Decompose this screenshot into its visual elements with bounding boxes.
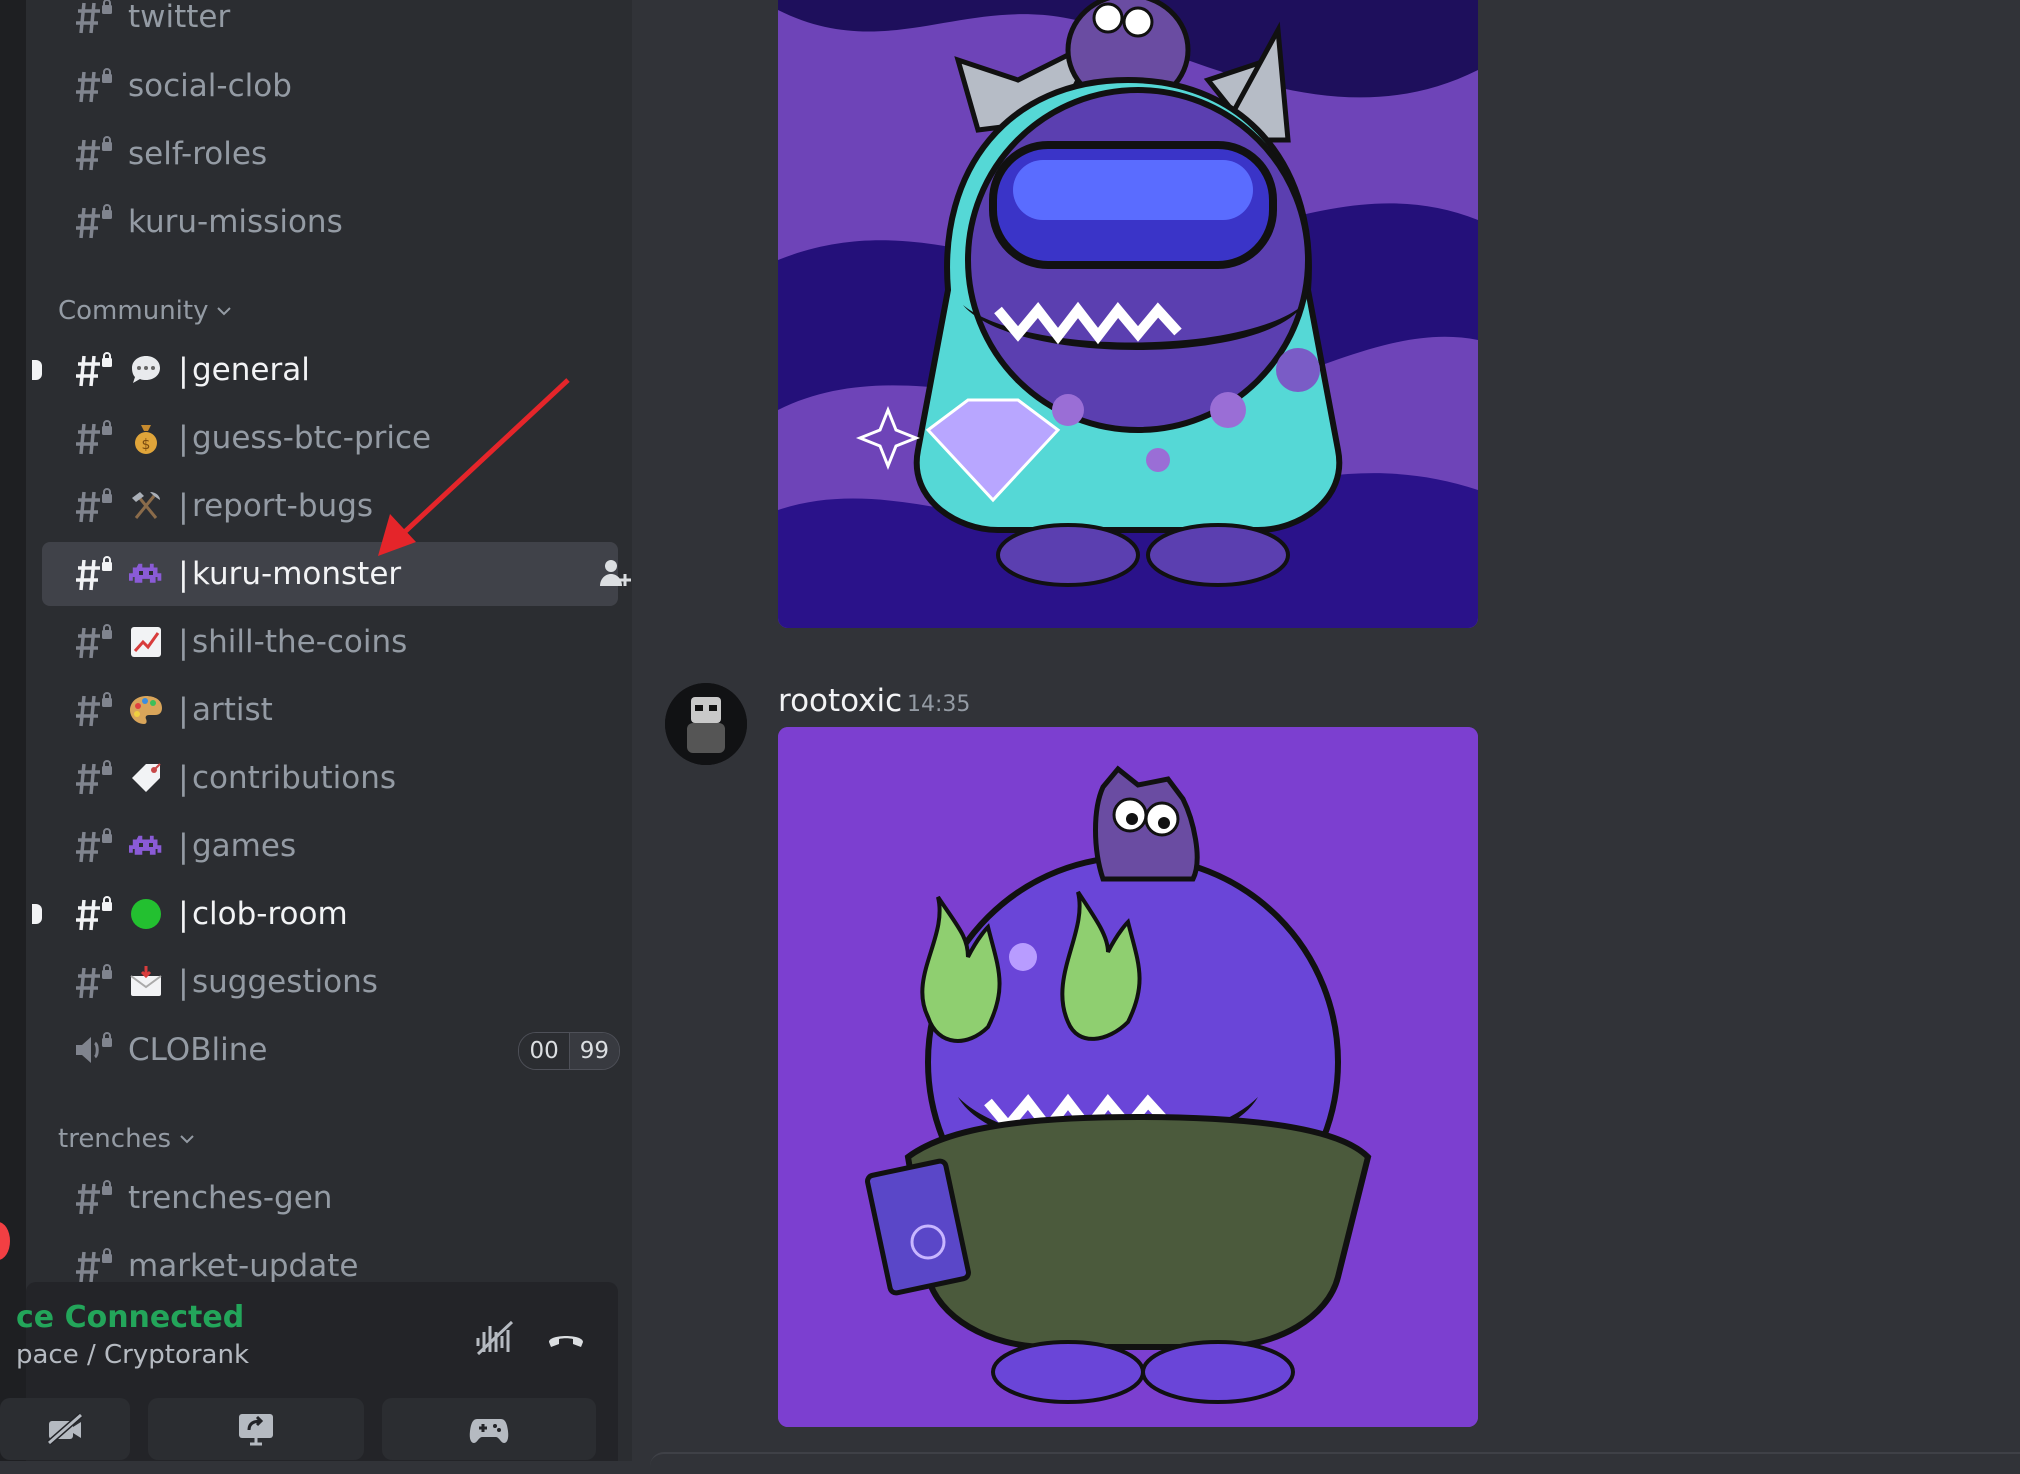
activities-button[interactable]: [382, 1398, 596, 1460]
channel-name: general: [192, 352, 310, 388]
channel-name: report-bugs: [192, 488, 374, 524]
channel-kuru-missions[interactable]: kuru-missions: [42, 190, 632, 254]
chevron-down-icon: [180, 1135, 194, 1144]
locked-text-channel-icon: [76, 760, 112, 795]
noise-suppression-icon[interactable]: [474, 1318, 516, 1358]
channel-name: social-clob: [128, 68, 292, 104]
space-invader-icon: [129, 835, 162, 855]
separator: |: [178, 691, 189, 729]
camera-off-icon: [47, 1413, 83, 1445]
separator: |: [178, 487, 189, 525]
video-button[interactable]: [0, 1398, 130, 1460]
locked-text-channel-icon: [76, 136, 112, 171]
label-tag-icon: [132, 763, 161, 792]
channel-clob-room[interactable]: | clob-room: [32, 882, 632, 946]
unread-indicator: [32, 360, 42, 380]
space-invader-icon: [129, 563, 162, 583]
channel-name: games: [192, 828, 297, 864]
create-invite-icon[interactable]: [598, 558, 632, 590]
channel-games[interactable]: | games: [42, 814, 632, 878]
channel-trenches-gen[interactable]: trenches-gen: [42, 1166, 632, 1230]
category-community[interactable]: Community: [58, 296, 232, 326]
channel-name: twitter: [128, 0, 231, 35]
voice-count-current: 00: [519, 1033, 569, 1069]
channel-name: CLOBline: [128, 1032, 268, 1068]
channel-name: shill-the-coins: [192, 624, 408, 660]
category-label: Community: [58, 296, 209, 326]
channel-artist[interactable]: | artist: [42, 678, 632, 742]
money-bag-icon: $: [135, 425, 157, 454]
monster-artwork-image: [778, 727, 1478, 1427]
locked-text-channel-icon: [76, 420, 112, 455]
voice-user-count: 00 99: [518, 1032, 620, 1070]
locked-text-channel-icon: [76, 1180, 112, 1215]
hammer-and-pick-icon: [132, 492, 160, 519]
locked-text-channel-icon: [76, 964, 112, 999]
separator: |: [178, 963, 189, 1001]
voice-channel-clobline[interactable]: CLOBline 00 99: [42, 1018, 620, 1082]
channel-sidebar: twitter social-clob self-roles kuru-miss…: [26, 0, 632, 1461]
separator: |: [178, 351, 189, 389]
message-image-attachment[interactable]: [778, 0, 1478, 628]
locked-text-channel-icon: [76, 352, 112, 387]
separator: |: [178, 827, 189, 865]
voice-server-path[interactable]: pace / Cryptorank: [16, 1340, 249, 1370]
locked-text-channel-icon: [76, 204, 112, 239]
green-circle-icon: [131, 899, 161, 929]
channel-suggestions[interactable]: | suggestions: [42, 950, 632, 1014]
locked-text-channel-icon: [76, 828, 112, 863]
channel-name: contributions: [192, 760, 397, 796]
user-avatar-image: [665, 683, 747, 765]
screen-share-button[interactable]: [148, 1398, 364, 1460]
voice-status[interactable]: ce Connected: [16, 1300, 244, 1335]
separator: |: [178, 419, 189, 457]
locked-text-channel-icon: [76, 692, 112, 727]
envelope-with-arrow-icon: [130, 966, 162, 996]
voice-connection-panel: ce Connected pace / Cryptorank: [0, 1282, 618, 1461]
message-composer-edge: [650, 1452, 2020, 1474]
locked-text-channel-icon: [76, 896, 112, 931]
annotation-arrow-icon: [378, 378, 570, 556]
channel-self-roles[interactable]: self-roles: [42, 122, 632, 186]
category-label: trenches: [58, 1124, 172, 1154]
category-trenches[interactable]: trenches: [58, 1124, 195, 1154]
monster-artwork-image: [778, 0, 1478, 628]
channel-name: artist: [192, 692, 273, 728]
speech-bubble-icon: [132, 356, 160, 383]
screen-share-icon: [239, 1414, 273, 1446]
locked-text-channel-icon: [76, 624, 112, 659]
unread-indicator: [32, 904, 42, 924]
message-image-attachment[interactable]: [778, 727, 1478, 1427]
locked-text-channel-icon: [76, 556, 112, 591]
channel-contributions[interactable]: | contributions: [42, 746, 632, 810]
locked-text-channel-icon: [76, 68, 112, 103]
game-controller-icon: [469, 1419, 509, 1443]
chevron-down-icon: [217, 307, 232, 316]
chart-increasing-icon: [131, 627, 161, 657]
svg-text:$: $: [142, 437, 151, 453]
channel-name: trenches-gen: [128, 1180, 333, 1216]
message-timestamp: 14:35: [907, 692, 971, 717]
channel-name: clob-room: [192, 896, 348, 932]
locked-text-channel-icon: [76, 1248, 112, 1283]
disconnect-icon[interactable]: [546, 1324, 586, 1352]
channel-social-clob[interactable]: social-clob: [42, 54, 632, 118]
artist-palette-icon: [130, 696, 162, 724]
locked-text-channel-icon: [76, 0, 112, 34]
channel-name: self-roles: [128, 136, 268, 172]
avatar[interactable]: [665, 683, 747, 765]
locked-voice-channel-icon: [76, 1032, 112, 1063]
channel-shill-the-coins[interactable]: | shill-the-coins: [42, 610, 632, 674]
voice-count-limit: 99: [568, 1033, 619, 1069]
channel-name: kuru-missions: [128, 204, 343, 240]
separator: |: [178, 623, 189, 661]
separator: |: [178, 555, 189, 593]
separator: |: [178, 895, 189, 933]
channel-name: suggestions: [192, 964, 378, 1000]
channel-twitter[interactable]: twitter: [42, 0, 632, 49]
separator: |: [178, 759, 189, 797]
locked-text-channel-icon: [76, 488, 112, 523]
message-author[interactable]: rootoxic: [778, 683, 902, 719]
